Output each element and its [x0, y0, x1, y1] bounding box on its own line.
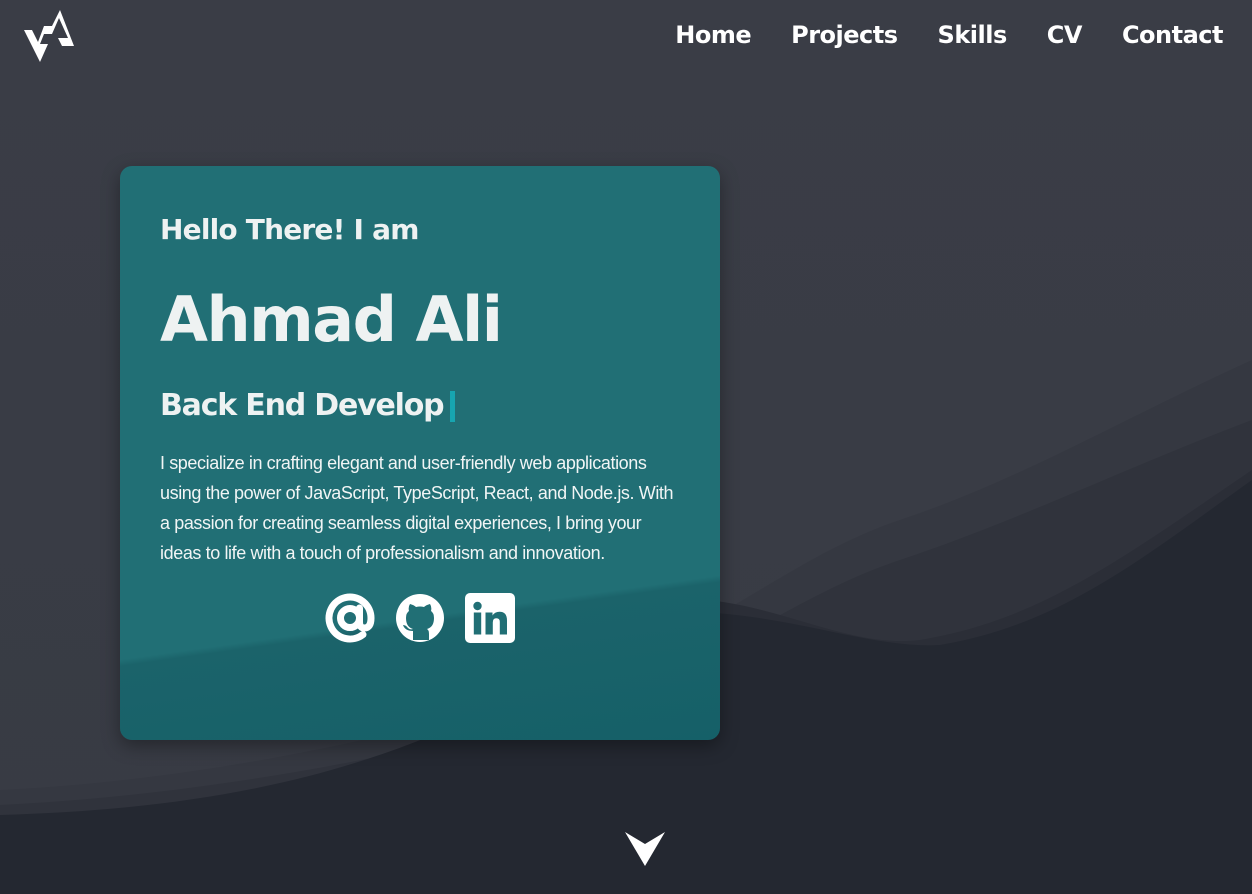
hero-name: Ahmad Ali: [160, 283, 503, 356]
social-links: [160, 593, 680, 643]
arrow-down-icon: [625, 832, 665, 866]
github-icon: [396, 594, 444, 642]
scroll-down-button[interactable]: [625, 830, 665, 868]
linkedin-icon: [465, 593, 515, 643]
typing-cursor: [450, 390, 456, 422]
greeting-text: Hello There! I am: [160, 213, 419, 246]
va-monogram-logo-icon: [24, 10, 74, 62]
email-at-icon: [325, 593, 375, 643]
main-nav: Home Projects Skills CV Contact: [675, 19, 1223, 51]
role-typing-text: Back End Develop: [160, 388, 445, 423]
hero-description: I specialize in crafting elegant and use…: [160, 453, 674, 563]
nav-home-link[interactable]: Home: [675, 19, 751, 51]
github-link[interactable]: [395, 593, 445, 643]
nav-cv-link[interactable]: CV: [1047, 19, 1083, 51]
email-link[interactable]: [325, 593, 375, 643]
nav-skills-link[interactable]: Skills: [938, 19, 1008, 51]
linkedin-link[interactable]: [465, 593, 515, 643]
nav-contact-link[interactable]: Contact: [1122, 19, 1224, 51]
nav-projects-link[interactable]: Projects: [791, 19, 898, 51]
logo[interactable]: [22, 8, 76, 64]
role-line: Back End Develop: [160, 386, 680, 426]
hero-card: Hello There! I am Ahmad Ali Back End Dev…: [120, 166, 720, 740]
